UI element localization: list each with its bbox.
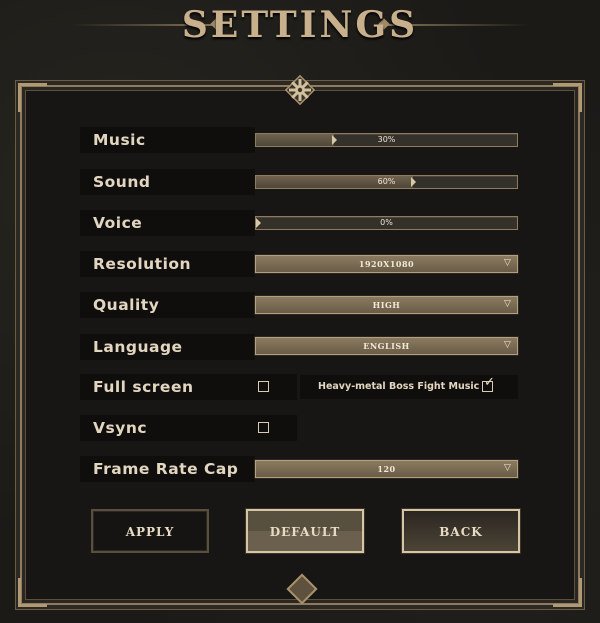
frame-rate-cap-value: 120 xyxy=(377,464,396,474)
fullscreen-checkbox-cell xyxy=(255,374,297,400)
heavy-metal-label: Heavy-metal Boss Fight Music xyxy=(318,381,480,392)
vsync-checkbox[interactable] xyxy=(258,422,269,433)
sound-slider[interactable]: 60% xyxy=(255,175,518,189)
heavy-metal-option: Heavy-metal Boss Fight Music ✓ xyxy=(300,375,518,399)
sound-slider-value: 60% xyxy=(377,177,396,186)
sound-label: Sound xyxy=(80,169,255,195)
quality-value: HIGH xyxy=(372,300,401,310)
chevron-down-icon: ▽ xyxy=(504,463,511,473)
language-label: Language xyxy=(80,334,255,360)
frame-corner-top-left xyxy=(18,83,47,112)
music-slider-value: 30% xyxy=(377,135,396,144)
music-label: Music xyxy=(80,127,255,153)
voice-slider[interactable]: 0% xyxy=(255,216,518,230)
gear-icon xyxy=(284,74,316,106)
resolution-dropdown[interactable]: 1920X1080 ▽ xyxy=(255,255,518,273)
title-bar: SETTINGS xyxy=(0,0,600,50)
voice-slider-value: 0% xyxy=(380,218,393,227)
music-slider[interactable]: 30% xyxy=(255,133,518,147)
page-title: SETTINGS xyxy=(181,4,419,46)
chevron-down-icon: ▽ xyxy=(504,299,511,309)
vsync-checkbox-cell xyxy=(255,415,297,441)
resolution-value: 1920X1080 xyxy=(358,259,415,269)
chevron-down-icon: ▽ xyxy=(504,258,511,268)
language-dropdown[interactable]: ENGLISH ▽ xyxy=(255,337,518,355)
quality-label: Quality xyxy=(80,292,255,318)
vsync-label: Vsync xyxy=(80,415,255,441)
resolution-label: Resolution xyxy=(80,251,255,277)
back-button[interactable]: BACK xyxy=(402,509,520,553)
frame-corner-bottom-right xyxy=(553,578,582,607)
fullscreen-checkbox[interactable] xyxy=(258,381,269,392)
frame-corner-top-right xyxy=(553,83,582,112)
frame-rate-cap-label: Frame Rate Cap xyxy=(80,456,255,482)
default-button[interactable]: DEFAULT xyxy=(246,509,364,553)
voice-label: Voice xyxy=(80,210,255,236)
frame-corner-bottom-left xyxy=(18,578,47,607)
fullscreen-label: Full screen xyxy=(80,374,255,400)
chevron-down-icon: ▽ xyxy=(504,340,511,350)
checkmark-icon: ✓ xyxy=(484,375,495,390)
frame-rate-cap-dropdown[interactable]: 120 ▽ xyxy=(255,460,518,478)
heavy-metal-checkbox[interactable]: ✓ xyxy=(482,376,495,392)
apply-button[interactable]: APPLY xyxy=(91,509,209,553)
language-value: ENGLISH xyxy=(363,341,410,351)
quality-dropdown[interactable]: HIGH ▽ xyxy=(255,296,518,314)
